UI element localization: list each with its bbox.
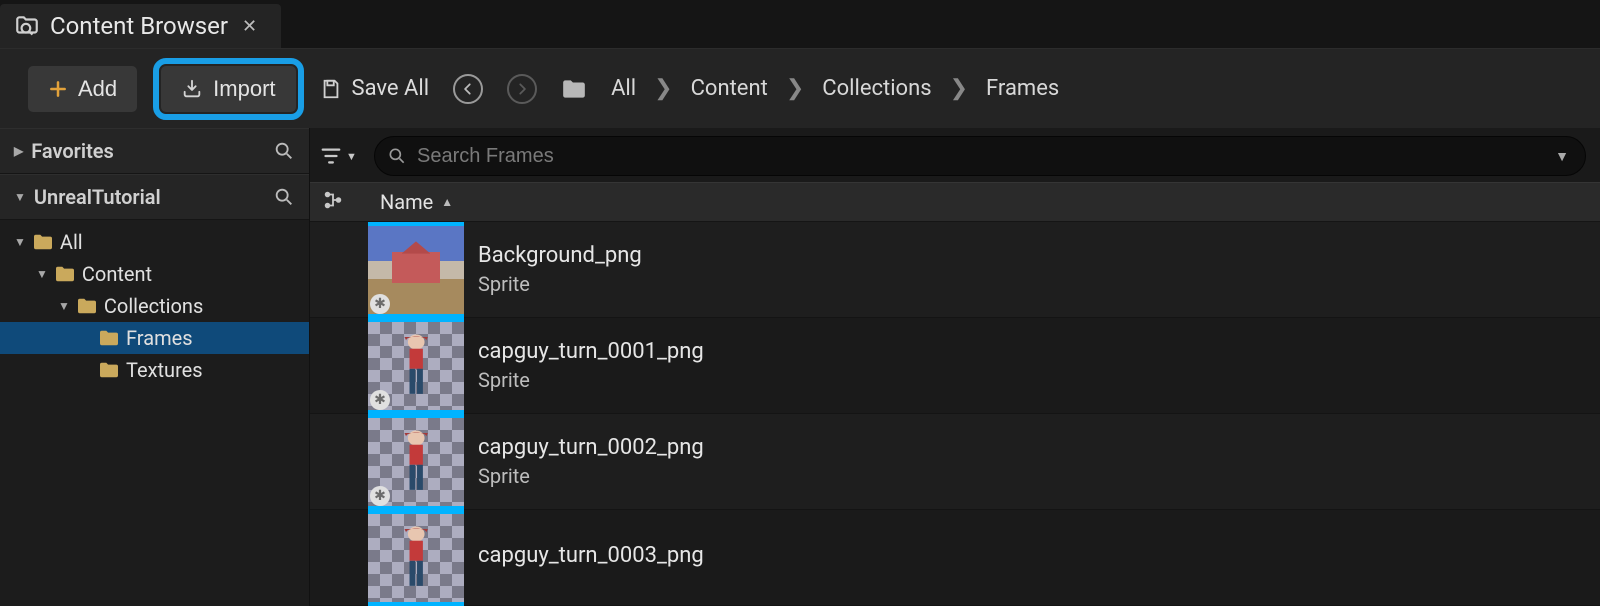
character-preview-icon bbox=[397, 524, 435, 591]
sidebar-favorites-header[interactable]: ▶ Favorites bbox=[0, 128, 309, 174]
import-label: Import bbox=[213, 76, 275, 102]
name-header-label: Name bbox=[380, 190, 433, 214]
import-button[interactable]: Import bbox=[161, 66, 295, 112]
tree-label: Textures bbox=[126, 358, 203, 382]
add-button[interactable]: Add bbox=[28, 66, 137, 112]
asset-name: capguy_turn_0001_png bbox=[478, 339, 704, 364]
tree-label: Content bbox=[82, 262, 152, 286]
sidebar-project-header[interactable]: ▼ UnrealTutorial bbox=[0, 174, 309, 220]
breadcrumb: All ❯ Content ❯ Collections ❯ Frames bbox=[611, 76, 1059, 101]
folder-icon bbox=[98, 329, 120, 347]
folder-icon bbox=[54, 265, 76, 283]
breadcrumb-item[interactable]: Collections bbox=[822, 76, 931, 101]
toolbar: Add Import Save All All ❯ Content ❯ Coll… bbox=[0, 48, 1600, 128]
asterisk-badge-icon: ✱ bbox=[370, 486, 390, 506]
tab-content-browser[interactable]: Content Browser ✕ bbox=[0, 4, 281, 48]
asset-name: capguy_turn_0003_png bbox=[478, 543, 704, 568]
tab-bar: Content Browser ✕ bbox=[0, 0, 1600, 48]
asterisk-badge-icon: ✱ bbox=[370, 390, 390, 410]
chevron-down-icon[interactable]: ▼ bbox=[1555, 148, 1569, 165]
caret-down-icon: ▼ bbox=[14, 190, 26, 204]
asset-type: Sprite bbox=[478, 368, 704, 392]
name-column-header[interactable]: Name ▲ bbox=[380, 190, 453, 214]
nav-back-button[interactable] bbox=[453, 74, 483, 104]
asset-type: Sprite bbox=[478, 464, 704, 488]
caret-down-icon: ▼ bbox=[58, 299, 70, 313]
breadcrumb-item[interactable]: Content bbox=[691, 76, 768, 101]
plus-icon bbox=[48, 79, 68, 99]
save-icon bbox=[320, 78, 342, 100]
project-label: UnrealTutorial bbox=[34, 185, 161, 209]
nav-forward-button[interactable] bbox=[507, 74, 537, 104]
asterisk-badge-icon: ✱ bbox=[370, 294, 390, 314]
filter-button[interactable]: ▼ bbox=[320, 145, 360, 167]
tree-item-all[interactable]: ▼ All bbox=[0, 226, 309, 258]
asset-row[interactable]: ✱ capguy_turn_0001_png Sprite bbox=[310, 318, 1600, 414]
main-panel: ▼ ▼ Name ▲ bbox=[310, 128, 1600, 606]
folder-icon bbox=[98, 361, 120, 379]
asset-row[interactable]: ✱ capguy_turn_0002_png Sprite bbox=[310, 414, 1600, 510]
search-icon bbox=[387, 146, 407, 166]
import-icon bbox=[181, 78, 203, 100]
content-browser-icon bbox=[14, 13, 40, 39]
search-input[interactable] bbox=[417, 145, 1555, 168]
asset-thumbnail: ✱ bbox=[368, 318, 464, 414]
asset-name: Background_png bbox=[478, 243, 642, 268]
caret-right-icon: ▶ bbox=[14, 144, 23, 158]
chevron-right-icon: ❯ bbox=[654, 76, 672, 101]
caret-down-icon: ▼ bbox=[14, 235, 26, 249]
breadcrumb-item[interactable]: All bbox=[611, 76, 636, 101]
folder-tree: ▼ All ▼ Content ▼ Collections Frames bbox=[0, 220, 309, 392]
sort-ascending-icon: ▲ bbox=[441, 195, 453, 209]
tree-label: All bbox=[60, 230, 83, 254]
tree-label: Collections bbox=[104, 294, 203, 318]
asset-row[interactable]: ✱ Background_png Sprite bbox=[310, 222, 1600, 318]
folder-icon bbox=[76, 297, 98, 315]
search-icon[interactable] bbox=[273, 186, 295, 208]
folder-icon bbox=[32, 233, 54, 251]
asset-thumbnail: ✱ bbox=[368, 414, 464, 510]
chevron-right-icon: ❯ bbox=[950, 76, 968, 101]
add-label: Add bbox=[78, 76, 117, 102]
tree-item-content[interactable]: ▼ Content bbox=[0, 258, 309, 290]
favorites-label: Favorites bbox=[31, 139, 114, 163]
sidebar: ▶ Favorites ▼ UnrealTutorial ▼ All ▼ bbox=[0, 128, 310, 606]
hierarchy-icon[interactable] bbox=[322, 189, 344, 211]
tree-item-textures[interactable]: Textures bbox=[0, 354, 309, 386]
asset-name: capguy_turn_0002_png bbox=[478, 435, 704, 460]
search-icon[interactable] bbox=[273, 140, 295, 162]
breadcrumb-item[interactable]: Frames bbox=[986, 76, 1059, 101]
caret-down-icon: ▼ bbox=[36, 267, 48, 281]
asset-thumbnail: ✱ bbox=[368, 222, 464, 318]
column-header: Name ▲ bbox=[310, 182, 1600, 222]
folder-icon[interactable] bbox=[561, 78, 587, 100]
tree-label: Frames bbox=[126, 326, 193, 350]
tab-title: Content Browser bbox=[50, 12, 228, 40]
save-all-label: Save All bbox=[352, 76, 430, 101]
character-preview-icon bbox=[397, 428, 435, 495]
tree-item-frames[interactable]: Frames bbox=[0, 322, 309, 354]
search-box[interactable]: ▼ bbox=[374, 136, 1586, 176]
character-preview-icon bbox=[397, 332, 435, 399]
chevron-right-icon: ❯ bbox=[786, 76, 804, 101]
close-icon[interactable]: ✕ bbox=[238, 16, 261, 37]
tree-item-collections[interactable]: ▼ Collections bbox=[0, 290, 309, 322]
asset-row[interactable]: capguy_turn_0003_png bbox=[310, 510, 1600, 606]
asset-type: Sprite bbox=[478, 272, 642, 296]
save-all-button[interactable]: Save All bbox=[320, 76, 430, 101]
asset-thumbnail bbox=[368, 510, 464, 606]
